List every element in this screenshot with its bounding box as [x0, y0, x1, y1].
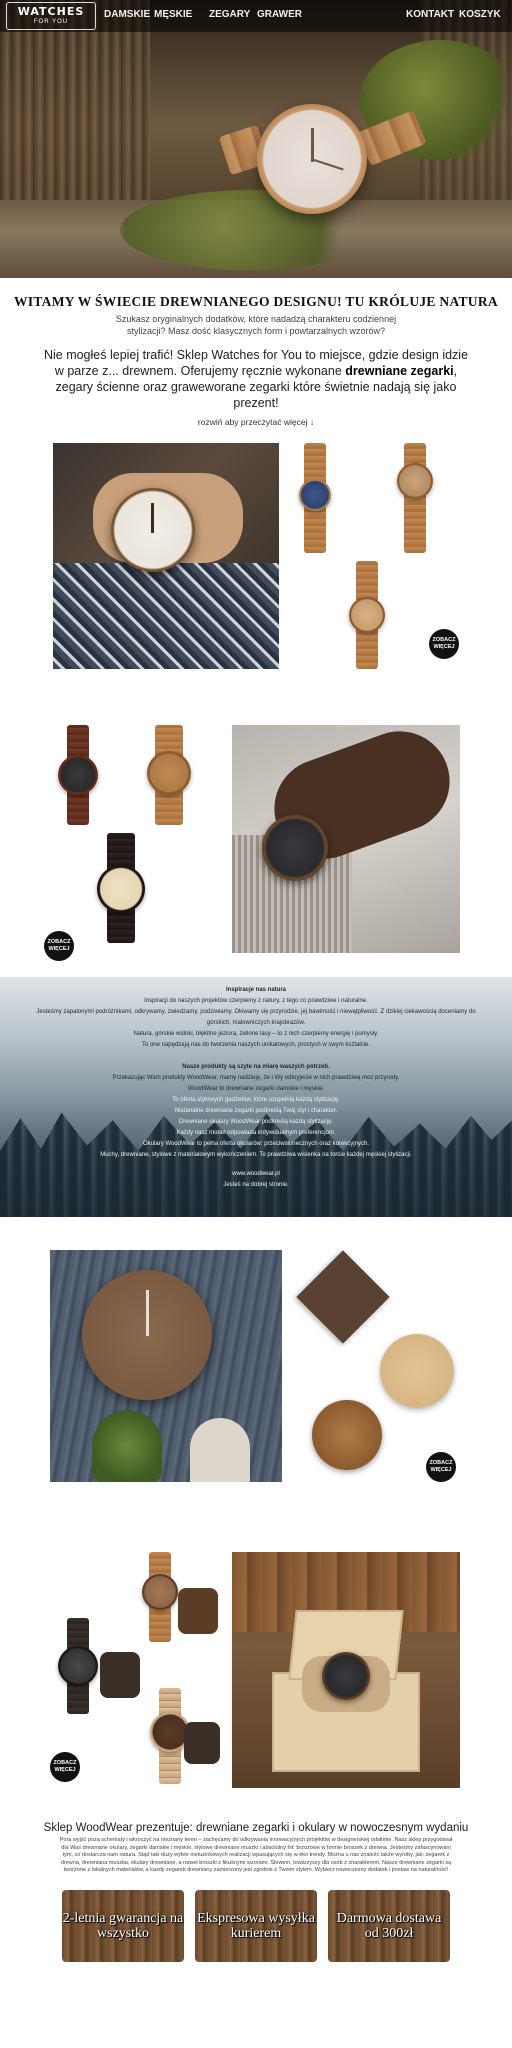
- top-navigation: WATCHES FOR YOU DAMSKIE MĘSKIE ZEGARY GR…: [0, 0, 512, 32]
- photo-womens-wrist[interactable]: [53, 443, 279, 669]
- product-watch-ebony: [86, 833, 156, 943]
- product-clock-light: [380, 1334, 454, 1408]
- banner-heading-1: Inspiracje nas natura: [225, 987, 287, 993]
- banner-line: To one napędzają nas do tworzenia naszyc…: [141, 1042, 371, 1048]
- banner-heading-2: Nasze produkty są szyte na miarę waszych…: [182, 1064, 330, 1070]
- feature-warranty-text: 2-letnia gwarancja na wszystko: [62, 1911, 184, 1941]
- see-more-badge-2[interactable]: ZOBACZ WIĘCEJ: [44, 931, 74, 961]
- plant: [92, 1410, 162, 1482]
- products-wall-clocks[interactable]: ZOBACZ WIĘCEJ: [290, 1250, 470, 1482]
- see-more-badge-1[interactable]: ZOBACZ WIĘCEJ: [429, 629, 459, 659]
- table-clock: [190, 1418, 250, 1482]
- banner-line: Drewniane okulary WoodWear podkreślą każ…: [178, 1119, 334, 1125]
- product-watch-light: [337, 561, 397, 669]
- engraved-back-2: [100, 1652, 140, 1698]
- nav-link-grawer[interactable]: GRAWER: [257, 9, 302, 20]
- footer-title: Sklep WoodWear prezentuje: drewniane zeg…: [43, 1822, 469, 1834]
- site-logo[interactable]: WATCHES FOR YOU: [6, 2, 96, 30]
- photo-mens-wrist[interactable]: [232, 725, 460, 953]
- intro-subtitle: Szukasz oryginalnych dodatków, które nad…: [115, 314, 397, 336]
- logo-line1: WATCHES: [17, 5, 85, 18]
- banner-line: Muchy, drewniane, stylowe z materiałowym…: [100, 1152, 412, 1158]
- logo-line2: FOR YOU: [33, 19, 69, 25]
- products-engraved-watches[interactable]: ZOBACZ WIĘCEJ: [44, 1552, 224, 1788]
- intro-title: WITAMY W ŚWIECIE DREWNIANEGO DESIGNU! TU…: [14, 294, 498, 309]
- gift-watch-face: [322, 1652, 370, 1700]
- banner-line: WoodWear to drewniane zegarki damskie i …: [187, 1086, 325, 1092]
- intro-lead-bold: drewniane zegarki: [345, 364, 454, 378]
- see-more-badge-4[interactable]: ZOBACZ WIĘCEJ: [50, 1752, 80, 1782]
- womens-watch-hand: [151, 503, 154, 533]
- nav-link-damskie[interactable]: DAMSKIE: [104, 9, 150, 20]
- banner-line: Natura, górskie widoki, błękitne jeziora…: [133, 1031, 379, 1037]
- intro-section: WITAMY W ŚWIECIE DREWNIANEGO DESIGNU! TU…: [0, 294, 512, 427]
- feature-express-shipping: Ekspresowa wysyłka kurierem: [195, 1890, 317, 1962]
- banner-site-link[interactable]: www.woodwear.pl: [0, 1169, 512, 1180]
- product-watch-red-wood: [48, 725, 108, 825]
- product-clock-dark: [312, 1400, 382, 1470]
- mens-watch-face: [262, 815, 328, 881]
- nav-link-zegary[interactable]: ZEGARY: [209, 9, 250, 20]
- feature-free-delivery: Darmowa dostawa od 300zł: [328, 1890, 450, 1962]
- nav-link-meskie[interactable]: MĘSKIE: [154, 9, 192, 20]
- product-watch-zebra-wood: [134, 725, 204, 825]
- banner-line: Każdy nasz model odpowiada indywidualnym…: [176, 1130, 336, 1136]
- engraved-back-1: [178, 1588, 218, 1634]
- feature-delivery-text: Darmowa dostawa od 300zł: [336, 1911, 442, 1941]
- product-engraved-watch-2: [48, 1618, 108, 1714]
- product-watch-blue: [285, 443, 345, 553]
- photo-gift-box[interactable]: [232, 1552, 460, 1788]
- hero-banner: WATCHES FOR YOU DAMSKIE MĘSKIE ZEGARY GR…: [0, 0, 512, 278]
- feature-warranty: 2-letnia gwarancja na wszystko: [62, 1890, 184, 1962]
- banner-line: Inspiracji do naszych projektów czerpiem…: [144, 998, 368, 1004]
- banner-line: górskich, malowniczych krajobrazów.: [206, 1020, 306, 1026]
- banner-site-note: Jesteś na dobrej stronie.: [223, 1182, 289, 1188]
- banner-line: Przekazując Wam produkty WoodWear, mamy …: [112, 1075, 400, 1081]
- product-clock-square: [296, 1250, 390, 1344]
- feature-shipping-text: Ekspresowa wysyłka kurierem: [197, 1911, 315, 1941]
- nav-link-kontakt[interactable]: KONTAKT: [406, 9, 454, 20]
- hero-watch-hour-hand: [311, 128, 314, 162]
- products-womens-watches[interactable]: ZOBACZ WIĘCEJ: [285, 443, 465, 669]
- banner-line: To oferta stylowych gadżetów, które uzup…: [172, 1097, 340, 1103]
- engraved-back-3: [184, 1722, 220, 1764]
- footer-description: Pora wyjść poza schematy i wkroczyć na n…: [59, 1837, 453, 1873]
- see-more-badge-3[interactable]: ZOBACZ WIĘCEJ: [426, 1452, 456, 1482]
- banner-line: Nietanalne drewniane zegarki podkreślą T…: [174, 1108, 338, 1114]
- products-mens-watches[interactable]: ZOBACZ WIĘCEJ: [42, 725, 222, 961]
- photo-wall-clock[interactable]: [50, 1250, 282, 1482]
- wall-clock-hand: [146, 1290, 149, 1336]
- nav-link-koszyk[interactable]: KOSZYK: [459, 9, 501, 20]
- read-more-link[interactable]: rozwiń aby przeczytać więcej ↓: [0, 417, 512, 427]
- inspiration-banner: Inspiracje nas natura Inspiracji do nasz…: [0, 977, 512, 1217]
- product-watch-wood: [385, 443, 445, 553]
- plaid-sleeve: [53, 563, 279, 669]
- intro-lead: Nie mogłeś lepiej trafić! Sklep Watches …: [41, 347, 471, 411]
- banner-line: Jesteśmy zapalonymi podróżnikami, odkryw…: [36, 1009, 476, 1015]
- banner-text: Inspiracje nas natura Inspiracji do nasz…: [0, 985, 512, 1191]
- banner-line: Okulary WoodWear to pełna oferta okularó…: [143, 1141, 369, 1147]
